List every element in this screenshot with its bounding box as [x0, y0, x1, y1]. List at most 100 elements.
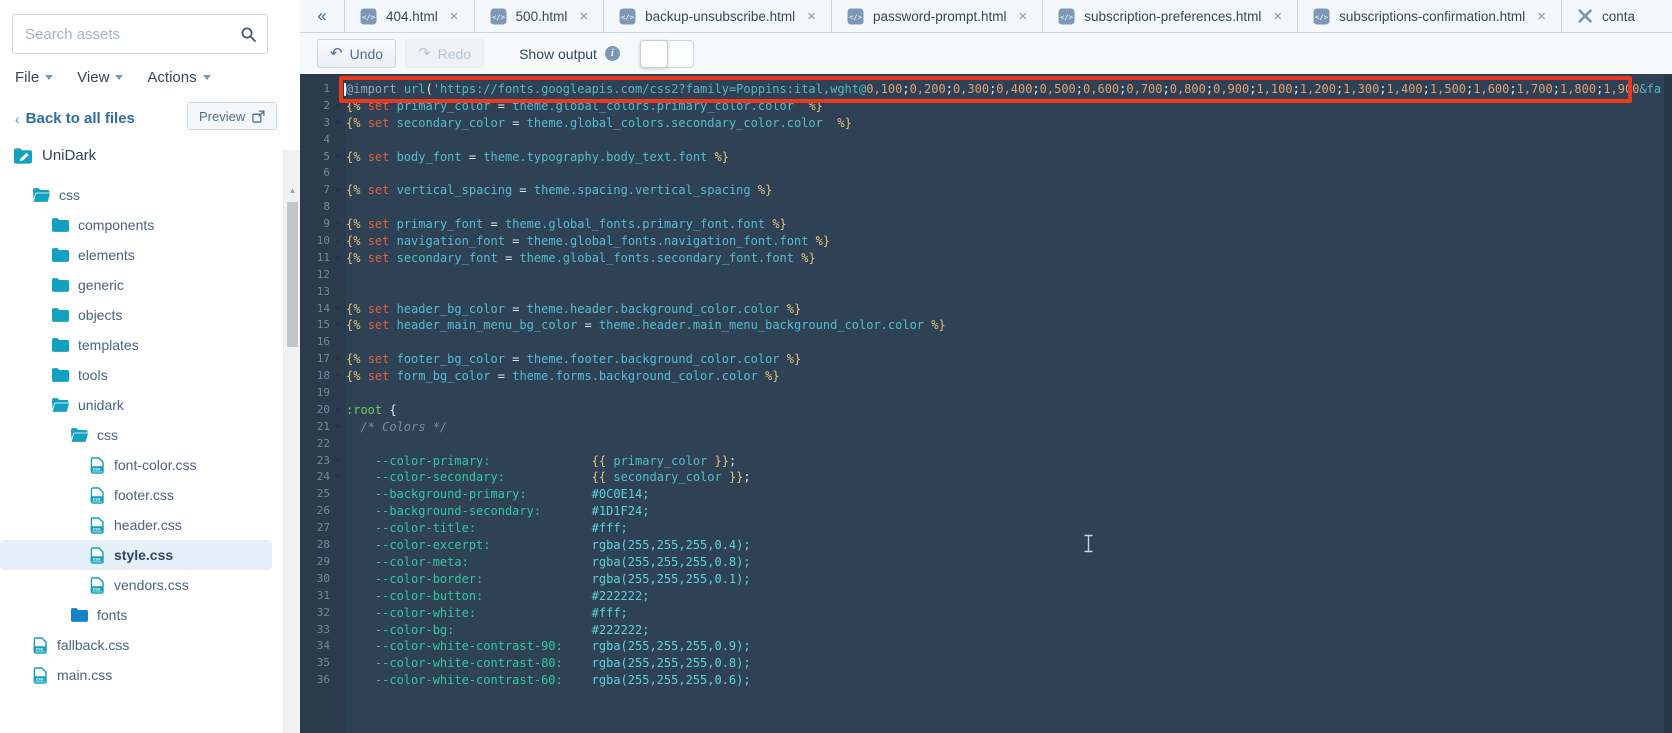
code-line-23[interactable]: 23 ▾ --color-primary: {{ primary_color }}… [300, 453, 1672, 470]
tree-item-fallback.css[interactable]: css fallback.css [0, 630, 283, 660]
code-line-26[interactable]: 26 --background-secondary: #1D1F24; [300, 503, 1672, 520]
code-line-9[interactable]: 9 ▾ {% set primary_font = theme.global_fon… [300, 216, 1672, 233]
scrollbar-thumb[interactable] [287, 202, 298, 347]
close-icon[interactable]: × [579, 8, 588, 25]
redo-button[interactable]: ↷ Redo [405, 39, 485, 68]
fold-arrow-icon[interactable]: ▾ [330, 368, 346, 385]
code-line-17[interactable]: 17 ▾ {% set footer_bg_color = theme.footer… [300, 351, 1672, 368]
code-line-8[interactable]: 8 [300, 199, 1672, 216]
code-line-2[interactable]: 2 ▾ {% set primary_color = theme.global_co… [300, 98, 1672, 115]
tree-item-generic[interactable]: generic [0, 270, 283, 300]
code-line-22[interactable]: 22 [300, 436, 1672, 453]
code-line-6[interactable]: 6 [300, 165, 1672, 182]
tree-item-components[interactable]: components [0, 210, 283, 240]
tree-item-vendors.css[interactable]: css vendors.css [0, 570, 283, 600]
code-line-33[interactable]: 33 --color-bg: #222222; [300, 622, 1672, 639]
code-line-12[interactable]: 12 [300, 267, 1672, 284]
code-line-5[interactable]: 5 ▾ {% set body_font = theme.typography.bo… [300, 149, 1672, 166]
sidebar-scrollbar[interactable]: ▲ [283, 150, 300, 733]
fold-arrow-icon[interactable]: ▾ [330, 469, 346, 486]
close-icon[interactable]: × [1273, 8, 1282, 25]
fold-arrow-icon[interactable]: ▾ [330, 182, 346, 199]
toggle-knob[interactable] [639, 39, 668, 68]
code-line-16[interactable]: 16 [300, 334, 1672, 351]
close-icon[interactable]: × [1537, 8, 1546, 25]
code-line-36[interactable]: 36 --color-white-contrast-60: rgba(255,2… [300, 672, 1672, 689]
tab-500.html[interactable]: </> 500.html × [474, 0, 605, 32]
fold-arrow-icon[interactable]: ▾ [330, 351, 346, 368]
code-line-21[interactable]: 21 ▾ /* Colors */ [300, 419, 1672, 436]
menu-actions[interactable]: Actions [147, 69, 211, 86]
fold-arrow-icon[interactable]: ▾ [330, 115, 346, 132]
code-line-34[interactable]: 34 --color-white-contrast-90: rgba(255,2… [300, 638, 1672, 655]
code-line-24[interactable]: 24 ▾ --color-secondary: {{ secondary_colo… [300, 469, 1672, 486]
code-line-13[interactable]: 13 [300, 284, 1672, 301]
close-icon[interactable]: × [450, 8, 459, 25]
code-line-27[interactable]: 27 --color-title: #fff; [300, 520, 1672, 537]
code-line-30[interactable]: 30 --color-border: rgba(255,255,255,0.1)… [300, 571, 1672, 588]
editor-scrollbar[interactable] [1664, 74, 1672, 733]
tab-backup-unsubscribe.html[interactable]: </> backup-unsubscribe.html × [604, 0, 832, 32]
fold-arrow-icon[interactable]: ▾ [330, 250, 346, 267]
code-line-32[interactable]: 32 --color-white: #fff; [300, 605, 1672, 622]
fold-arrow-icon[interactable]: ▾ [330, 149, 346, 166]
tree-item-css[interactable]: css [0, 180, 283, 210]
back-to-all-files-link[interactable]: ‹ Back to all files [15, 110, 135, 127]
code-line-28[interactable]: 28 --color-excerpt: rgba(255,255,255,0.4… [300, 537, 1672, 554]
fold-arrow-icon[interactable]: ▾ [330, 402, 346, 419]
code-line-14[interactable]: 14 ▾ {% set header_bg_color = theme.header… [300, 301, 1672, 318]
undo-button[interactable]: ↶ Undo [317, 39, 397, 68]
code-line-1[interactable]: 1 @import url('https://fonts.googleapis.c… [300, 81, 1672, 98]
tree-item-header.css[interactable]: css header.css [0, 510, 283, 540]
tree-item-elements[interactable]: elements [0, 240, 283, 270]
tree-item-objects[interactable]: objects [0, 300, 283, 330]
fold-arrow-icon[interactable]: ▾ [330, 216, 346, 233]
fold-arrow-icon[interactable]: ▾ [330, 301, 346, 318]
tree-item-font-color.css[interactable]: css font-color.css [0, 450, 283, 480]
fold-arrow-icon[interactable]: ▾ [330, 419, 346, 436]
collapse-sidebar-button[interactable]: « [300, 0, 345, 32]
close-icon[interactable]: × [1018, 8, 1027, 25]
tree-item-footer.css[interactable]: css footer.css [0, 480, 283, 510]
menu-view[interactable]: View [77, 69, 124, 86]
preview-button[interactable]: Preview [187, 102, 278, 130]
tree-item-fonts[interactable]: fonts [0, 600, 283, 630]
fold-arrow-icon[interactable]: ▾ [330, 98, 346, 115]
menu-file[interactable]: File [15, 69, 54, 86]
search-input[interactable] [23, 24, 240, 44]
tab-conta[interactable]: conta [1561, 0, 1672, 32]
fold-arrow-icon[interactable]: ▾ [330, 233, 346, 250]
scrollbar-up-arrow[interactable]: ▲ [284, 186, 301, 195]
tree-item-main.css[interactable]: css main.css [0, 660, 283, 690]
line-number: 28 [316, 538, 330, 552]
code-line-25[interactable]: 25 --background-primary: #0C0E14; [300, 486, 1672, 503]
code-line-4[interactable]: 4 [300, 132, 1672, 149]
code-line-31[interactable]: 31 --color-button: #222222; [300, 588, 1672, 605]
code-line-29[interactable]: 29 --color-meta: rgba(255,255,255,0.8); [300, 554, 1672, 571]
search-icon[interactable] [240, 26, 257, 43]
tab-subscriptions-confirmation.html[interactable]: </> subscriptions-confirmation.html × [1298, 0, 1562, 32]
tree-item-style.css[interactable]: css style.css [0, 540, 272, 570]
code-line-35[interactable]: 35 --color-white-contrast-80: rgba(255,2… [300, 655, 1672, 672]
info-icon[interactable]: i [604, 46, 620, 61]
tree-item-unidark[interactable]: unidark [0, 390, 283, 420]
show-output-toggle[interactable] [639, 39, 694, 68]
tab-password-prompt.html[interactable]: </> password-prompt.html × [831, 0, 1044, 32]
code-line-3[interactable]: 3 ▾ {% set secondary_color = theme.global_… [300, 115, 1672, 132]
code-line-10[interactable]: 10 ▾ {% set navigation_font = theme.global… [300, 233, 1672, 250]
code-line-18[interactable]: 18 ▾ {% set form_bg_color = theme.forms.ba… [300, 368, 1672, 385]
fold-arrow-icon[interactable]: ▾ [330, 453, 346, 470]
code-line-19[interactable]: 19 [300, 385, 1672, 402]
close-icon[interactable]: × [807, 8, 816, 25]
fold-arrow-icon[interactable]: ▾ [330, 317, 346, 334]
tab-404.html[interactable]: </> 404.html × [345, 0, 475, 32]
tree-item-css[interactable]: css [0, 420, 283, 450]
tree-item-tools[interactable]: tools [0, 360, 283, 390]
code-line-20[interactable]: 20 ▾:root { [300, 402, 1672, 419]
code-line-7[interactable]: 7 ▾ {% set vertical_spacing = theme.spacin… [300, 182, 1672, 199]
tab-subscription-preferences.html[interactable]: </> subscription-preferences.html × [1043, 0, 1299, 32]
code-line-11[interactable]: 11 ▾ {% set secondary_font = theme.global_… [300, 250, 1672, 267]
code-editor[interactable]: 1 @import url('https://fonts.googleapis.c… [300, 74, 1672, 733]
code-line-15[interactable]: 15 ▾ {% set header_main_menu_bg_color = th… [300, 317, 1672, 334]
tree-item-templates[interactable]: templates [0, 330, 283, 360]
